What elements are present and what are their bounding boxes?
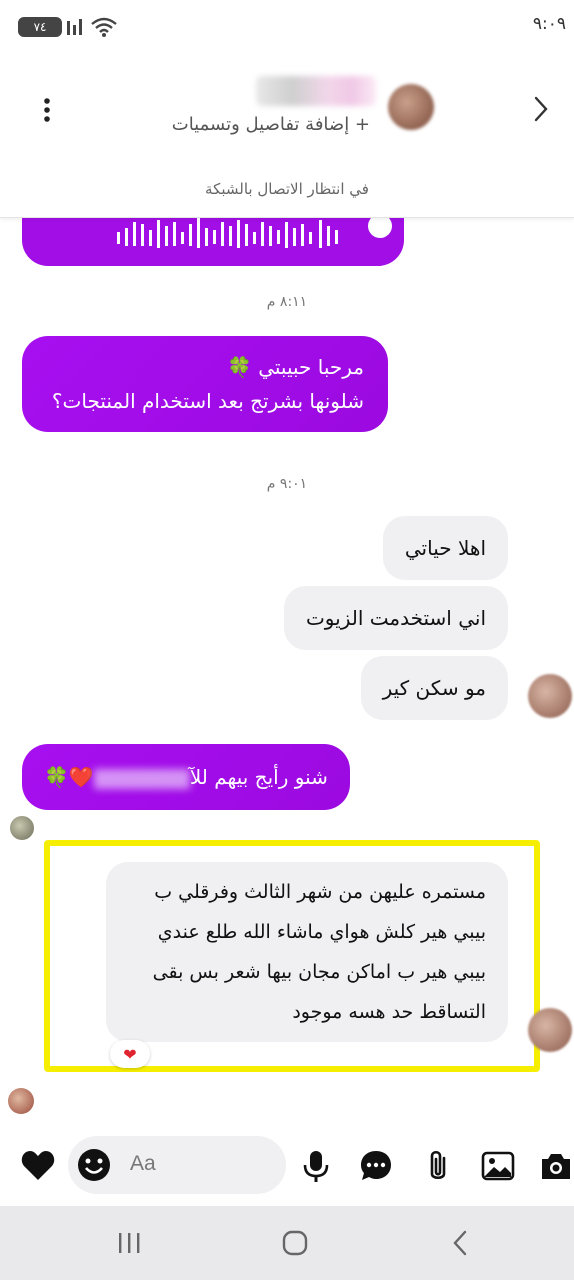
gallery-icon[interactable] xyxy=(480,1148,516,1184)
message-text: اهلا حياتي xyxy=(404,536,486,560)
heart-reaction[interactable]: ❤ xyxy=(110,1040,150,1068)
back-icon[interactable] xyxy=(528,94,552,124)
message-text: اني استخدمت الزيوت xyxy=(305,606,486,630)
battery-indicator: ٧٤ xyxy=(18,17,62,37)
recent-apps-icon[interactable] xyxy=(114,1228,144,1258)
audio-waveform xyxy=(117,218,392,248)
message-timestamp: ٩:٠١ م xyxy=(266,476,308,492)
message-list[interactable]: ٨:١١ م مرحبا حبيبتي 🍀 شلونها بشرتج بعد ا… xyxy=(0,218,574,1128)
message-text: مرحبا حبيبتي 🍀 xyxy=(226,355,364,379)
attachment-icon[interactable] xyxy=(420,1148,456,1184)
message-emoji: ❤️🍀 xyxy=(44,765,94,789)
contact-avatar-small[interactable] xyxy=(528,674,572,718)
wifi-icon xyxy=(91,17,117,37)
home-icon[interactable] xyxy=(280,1228,310,1258)
emoji-icon[interactable] xyxy=(76,1147,112,1183)
contact-avatar[interactable] xyxy=(388,84,434,130)
incoming-message[interactable]: مو سكن كير xyxy=(360,656,508,720)
status-bar: ٧٤ ٩:٠٩ xyxy=(0,0,574,56)
seen-avatar xyxy=(8,1088,34,1114)
heart-icon[interactable] xyxy=(20,1148,56,1184)
highlight-annotation xyxy=(44,840,540,1072)
message-timestamp: ٨:١١ م xyxy=(266,294,308,310)
microphone-icon[interactable] xyxy=(298,1148,334,1184)
input-placeholder: Aa xyxy=(130,1152,156,1175)
incoming-message[interactable]: اني استخدمت الزيوت xyxy=(283,586,508,650)
redacted-text xyxy=(93,768,190,789)
message-text: شلونها بشرتج بعد استخدام المنتجات؟ xyxy=(51,389,364,413)
signal-icon xyxy=(67,19,82,35)
outgoing-message[interactable]: شنو رأيج بيهم للآ ❤️🍀 xyxy=(22,744,350,810)
message-composer: Aa xyxy=(0,1128,574,1206)
battery-level: ٧٤ xyxy=(33,20,47,34)
chat-bubble-icon[interactable] xyxy=(358,1148,394,1184)
clock: ٩:٠٩ xyxy=(532,14,566,34)
connection-status: في انتظار الاتصال بالشبكة xyxy=(205,180,369,198)
outgoing-message[interactable]: مرحبا حبيبتي 🍀 شلونها بشرتج بعد استخدام … xyxy=(22,336,388,432)
message-text: مو سكن كير xyxy=(382,676,486,700)
contact-name[interactable] xyxy=(256,76,376,106)
camera-icon[interactable] xyxy=(538,1148,574,1184)
incoming-message[interactable]: اهلا حياتي xyxy=(382,516,508,580)
contact-avatar-small[interactable] xyxy=(528,1008,572,1052)
message-input[interactable]: Aa xyxy=(68,1136,286,1194)
add-details-link[interactable]: + إضافة تفاصيل وتسميات xyxy=(172,114,370,135)
chat-header: + إضافة تفاصيل وتسميات في انتظار الاتصال… xyxy=(0,56,574,218)
message-text: شنو رأيج بيهم للآ xyxy=(189,765,328,789)
seen-avatar xyxy=(10,816,34,840)
more-options-icon[interactable] xyxy=(38,96,56,124)
voice-message-bubble[interactable] xyxy=(22,218,404,266)
back-nav-icon[interactable] xyxy=(446,1228,476,1258)
heart-icon: ❤ xyxy=(123,1044,137,1064)
system-navigation-bar xyxy=(0,1206,574,1280)
